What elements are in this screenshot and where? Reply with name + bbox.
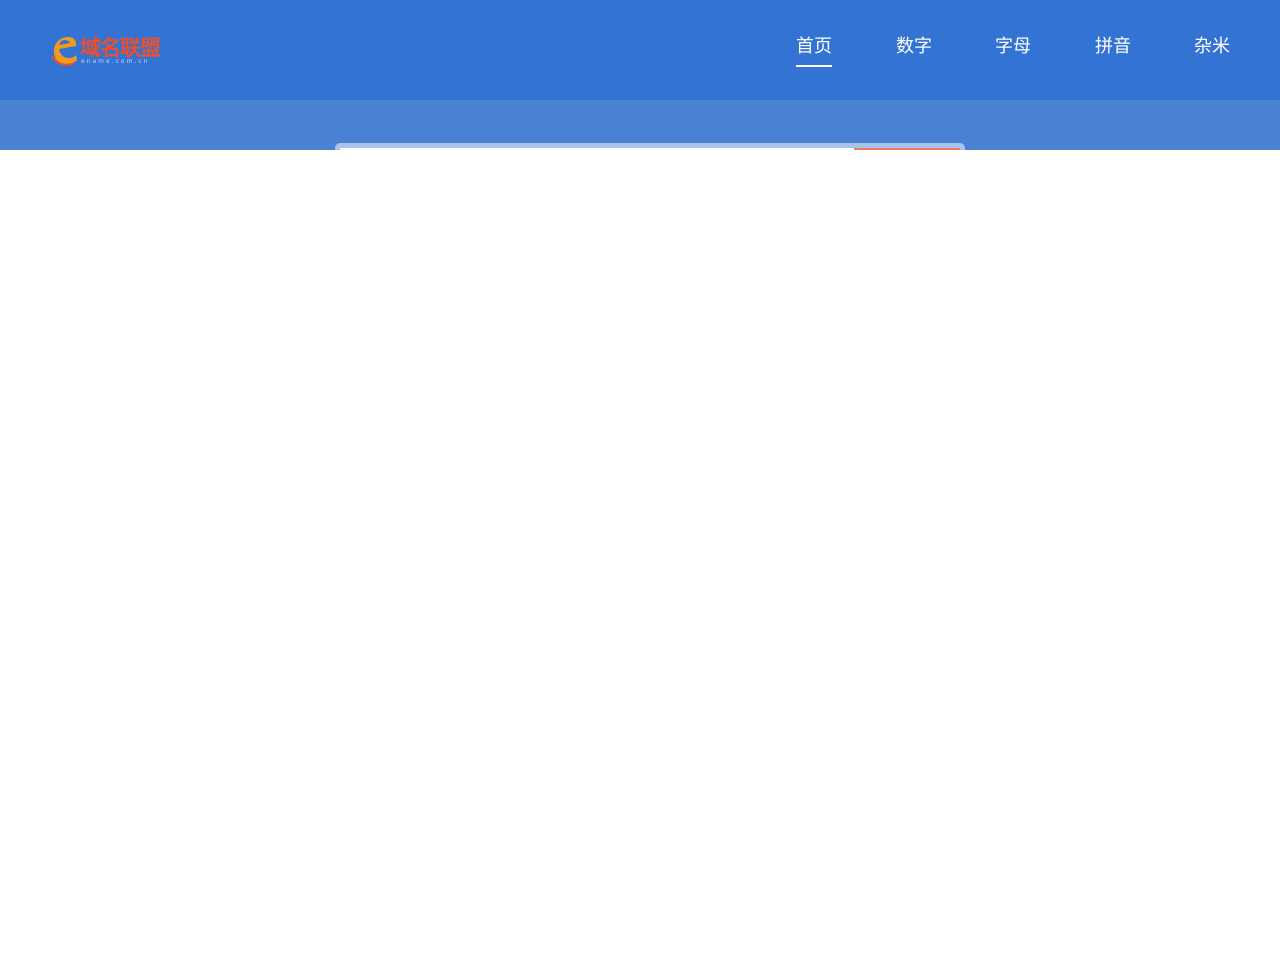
nav-item-home[interactable]: 首页 [796, 34, 832, 67]
nav-item-letters[interactable]: 字母 [995, 34, 1031, 60]
active-underline [796, 65, 832, 67]
nav-item-mixed[interactable]: 杂米 [1194, 34, 1230, 60]
nav-item-numbers[interactable]: 数字 [896, 34, 932, 60]
search-bar [335, 143, 965, 150]
nav-item-label: 拼音 [1095, 36, 1131, 57]
site-header: 域名联盟 ename.com.cn 首页 数字 字母 拼音 杂米 [0, 0, 1280, 100]
nav-item-label: 首页 [796, 36, 832, 57]
nav-item-label: 杂米 [1194, 36, 1230, 57]
nav-item-pinyin[interactable]: 拼音 [1095, 34, 1131, 60]
main-nav: 首页 数字 字母 拼音 杂米 [0, 34, 1280, 74]
nav-item-label: 字母 [995, 36, 1031, 57]
page-content [0, 150, 1280, 960]
nav-item-label: 数字 [896, 36, 932, 57]
